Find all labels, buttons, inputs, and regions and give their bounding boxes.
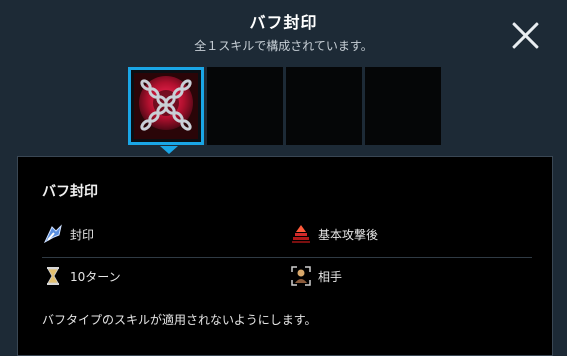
popup-subtitle: 全１スキルで構成されています。 (194, 39, 373, 53)
target-opponent-icon (291, 266, 311, 286)
hourglass-icon (47, 267, 59, 285)
skill-description: バフタイプのスキルが適用されないようにします。 (42, 313, 317, 327)
attribute-timing: 基本攻撃後 (290, 223, 378, 245)
skill-detail-panel: バフ封印 封印 基本攻撃後 10ターン 相手 バフタイプのスキルが適用されないよ… (17, 156, 553, 356)
close-button[interactable] (506, 16, 546, 56)
selection-pointer (160, 146, 178, 154)
skill-slot-4[interactable] (365, 67, 441, 145)
skill-name: バフ封印 (42, 184, 98, 200)
popup-title: バフ封印 (249, 13, 318, 32)
after-basic-attack-icon (292, 225, 310, 243)
buff-seal-skill-icon (134, 73, 198, 139)
skill-slot-1[interactable] (128, 67, 204, 154)
skill-slot-3[interactable] (286, 67, 362, 145)
seal-icon (43, 224, 62, 244)
attribute-seal: 封印 (42, 223, 94, 245)
attribute-label: 封印 (70, 227, 95, 242)
attribute-label: 10ターン (70, 269, 121, 284)
attribute-duration: 10ターン (42, 265, 121, 287)
attribute-label: 相手 (318, 269, 343, 284)
divider (42, 257, 532, 258)
skill-slot-2[interactable] (207, 67, 283, 145)
attribute-label: 基本攻撃後 (318, 227, 379, 242)
attribute-target: 相手 (290, 265, 342, 287)
skill-slot-row (128, 67, 441, 154)
